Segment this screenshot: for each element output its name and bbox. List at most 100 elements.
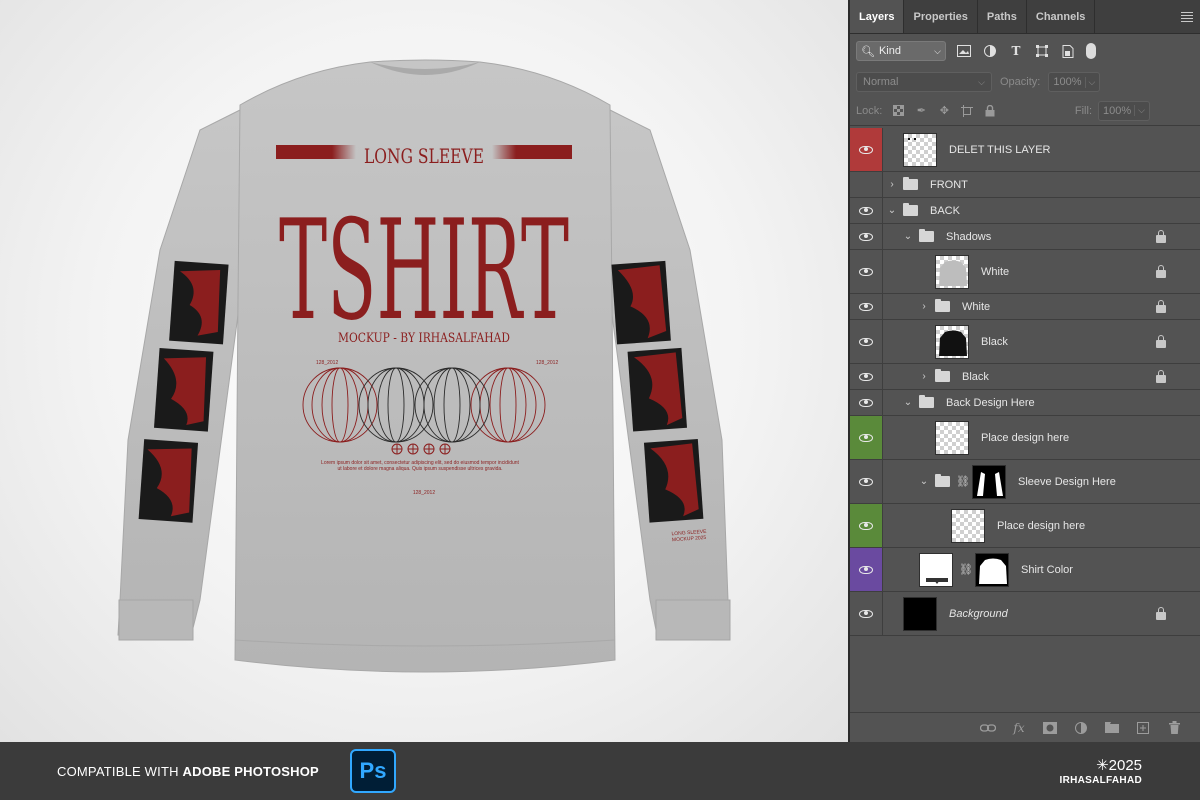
visibility-toggle[interactable] [850,504,883,547]
folder-icon [919,229,934,242]
folder-icon [935,369,950,382]
year-label: ✳2025 [1096,757,1142,774]
visibility-toggle[interactable] [850,294,883,319]
visibility-toggle[interactable] [850,364,883,389]
layer-row[interactable]: › FRONT [850,172,1200,198]
visibility-toggle[interactable] [850,198,883,223]
lock-icon [1156,369,1166,383]
visibility-toggle[interactable] [850,172,883,197]
layer-row[interactable]: White [850,250,1200,294]
chevron-right-icon[interactable]: › [887,179,897,190]
visibility-toggle[interactable] [850,224,883,249]
print-title-top: LONG SLEEVE [364,144,484,168]
chain-link-icon[interactable]: ⛓ [956,475,970,488]
footer-bar: COMPATIBLE WITH ADOBE PHOTOSHOP Ps ✳2025… [0,742,1200,800]
layer-name: FRONT [930,178,968,191]
compatibility-text: COMPATIBLE WITH ADOBE PHOTOSHOP [57,764,319,779]
visibility-toggle[interactable] [850,250,883,293]
lock-artboard-icon[interactable] [960,104,974,118]
eye-icon [859,372,873,381]
eye-icon [859,145,873,154]
filter-toggle[interactable] [1086,43,1096,59]
lock-brush-icon[interactable]: ✒ [914,104,928,118]
panel-tabs: Layers Properties Paths Channels [850,0,1200,34]
eye-icon [859,521,873,530]
new-layer-icon[interactable] [1135,720,1151,736]
lock-transparent-icon[interactable] [891,104,905,118]
layer-row[interactable]: Place design here [850,504,1200,548]
fx-icon[interactable]: fx [1011,720,1027,736]
tab-layers[interactable]: Layers [850,0,905,33]
layer-row[interactable]: › White [850,294,1200,320]
visibility-toggle[interactable] [850,416,883,459]
tab-paths[interactable]: Paths [978,0,1027,33]
filter-kind-label: Kind [878,45,901,57]
filter-type-icon[interactable]: T [1008,43,1024,59]
layers-list: DELET THIS LAYER › FRONT ⌄ BACK ⌄ Shadows White… [850,128,1200,636]
mask-icon[interactable] [1042,720,1058,736]
layer-row[interactable]: ⌄ Back Design Here [850,390,1200,416]
blend-mode-select[interactable]: Normal ⌵ [856,72,992,92]
filter-smart-object-icon[interactable] [1060,43,1076,59]
chain-link-icon[interactable]: ⛓ [959,563,973,576]
chevron-down-icon[interactable]: ⌄ [919,476,929,487]
chevron-down-icon[interactable]: ⌄ [887,205,897,216]
opacity-value: 100% [1053,76,1082,88]
shirt-mockup-image: LONG SLEEVE TSHIRT MOCKUP - BY IRHASALFA… [117,59,731,673]
layer-row[interactable]: Background [850,592,1200,636]
opacity-label: Opacity: [1000,76,1041,88]
fill-value: 100% [1103,104,1132,117]
chevron-right-icon[interactable]: › [919,371,929,382]
layer-row[interactable]: ⌄ BACK [850,198,1200,224]
filter-adjustment-icon[interactable] [982,43,998,59]
layer-thumbnail [935,324,969,359]
red-bar-right [492,145,572,159]
search-icon: 🔍︎ [861,45,875,58]
layer-name: Shirt Color [1021,563,1073,576]
opacity-field[interactable]: 100% ⌵ [1048,72,1101,92]
eye-icon [859,232,873,241]
layer-row[interactable]: › Black [850,364,1200,390]
visibility-toggle[interactable] [850,460,883,503]
chevron-down-icon: ⌵ [1084,76,1095,88]
tab-channels[interactable]: Channels [1027,0,1096,33]
visibility-toggle[interactable] [850,128,883,171]
fill-field[interactable]: 100% ⌵ [1098,100,1150,121]
filter-shape-icon[interactable] [1034,43,1050,59]
eye-icon [859,337,873,346]
chevron-down-icon[interactable]: ⌄ [903,231,913,242]
visibility-toggle[interactable] [850,320,883,363]
layer-row[interactable]: Place design here [850,416,1200,460]
lock-all-icon[interactable] [983,104,997,118]
layer-row[interactable]: ⛓ Shirt Color [850,548,1200,592]
adjustment-icon[interactable] [1073,720,1089,736]
new-group-icon[interactable] [1104,720,1120,736]
layer-row[interactable]: DELET THIS LAYER [850,128,1200,172]
layer-thumbnail [903,132,937,167]
print-small-right: 128_2012 [536,360,558,366]
link-icon[interactable] [980,720,996,736]
trash-icon[interactable] [1166,720,1182,736]
visibility-toggle[interactable] [850,390,883,415]
mockup-preview: LONG SLEEVE TSHIRT MOCKUP - BY IRHASALFA… [0,0,848,742]
chevron-right-icon[interactable]: › [919,301,929,312]
visibility-toggle[interactable] [850,548,883,591]
layer-name: Sleeve Design Here [1018,475,1116,488]
folder-icon [903,203,918,216]
left-cuff [118,599,194,641]
lock-icon [1156,229,1166,243]
lock-icon [1156,264,1166,278]
visibility-toggle[interactable] [850,592,883,635]
layer-row[interactable]: Black [850,320,1200,364]
layer-thumbnail [903,596,937,631]
chevron-down-icon[interactable]: ⌄ [903,397,913,408]
panel-menu-icon[interactable] [1174,0,1200,33]
layer-row[interactable]: ⌄ ⛓ Sleeve Design Here [850,460,1200,504]
tab-properties[interactable]: Properties [904,0,978,33]
lock-position-icon[interactable]: ✥ [937,104,951,118]
layer-row[interactable]: ⌄ Shadows [850,224,1200,250]
compat-app: ADOBE PHOTOSHOP [182,764,319,779]
print-small-left: 128_2012 [316,360,338,366]
filter-pixel-icon[interactable] [956,43,972,59]
filter-kind-select[interactable]: 🔍︎ Kind ⌵ [856,41,946,61]
